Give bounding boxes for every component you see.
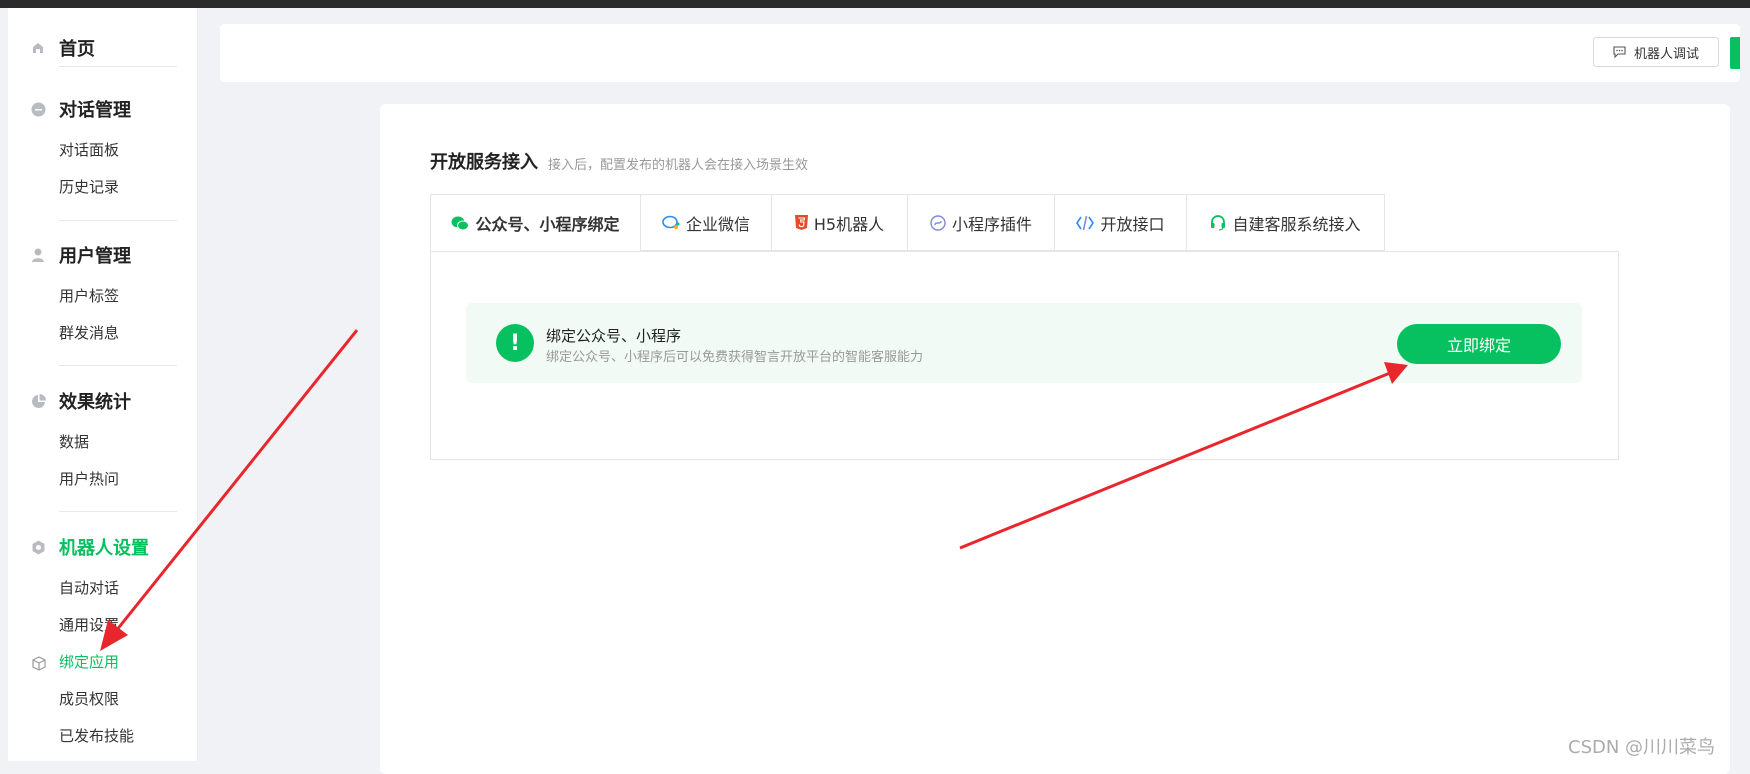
sidebar-item-member-permissions[interactable]: 成员权限 bbox=[59, 687, 119, 711]
sidebar-item-published-skills[interactable]: 已发布技能 bbox=[59, 724, 134, 748]
home-icon bbox=[30, 40, 46, 56]
robot-debug-button[interactable]: 机器人调试 bbox=[1593, 37, 1719, 67]
page-title: 开放服务接入 bbox=[430, 152, 538, 173]
code-icon bbox=[1076, 215, 1095, 231]
sidebar-item-hot-questions[interactable]: 用户热问 bbox=[59, 467, 119, 491]
tab-label: 企业微信 bbox=[685, 214, 750, 234]
sidebar-item-user-tags[interactable]: 用户标签 bbox=[59, 284, 119, 308]
user-icon bbox=[30, 247, 46, 263]
sidebar-group-label: 对话管理 bbox=[59, 100, 131, 121]
pie-chart-icon bbox=[30, 393, 46, 409]
sidebar-item-history[interactable]: 历史记录 bbox=[59, 175, 119, 199]
tab-label: 公众号、小程序绑定 bbox=[475, 215, 620, 234]
tab-custom-service[interactable]: 自建客服系统接入 bbox=[1187, 194, 1385, 251]
notice-description: 绑定公众号、小程序后可以免费获得智言开放平台的智能客服能力 bbox=[546, 350, 924, 365]
exclamation-icon: ! bbox=[496, 324, 534, 362]
chat-circle-icon bbox=[30, 101, 46, 117]
miniprogram-icon bbox=[930, 214, 946, 231]
sidebar-item-data[interactable]: 数据 bbox=[59, 430, 89, 454]
tab-miniprogram-plugin[interactable]: 小程序插件 bbox=[908, 194, 1055, 251]
sidebar-item-label: 首页 bbox=[59, 39, 95, 60]
sidebar-item-bind-app[interactable]: 绑定应用 bbox=[59, 650, 119, 674]
tab-wecom[interactable]: 企业微信 bbox=[641, 194, 772, 251]
bind-now-button[interactable]: 立即绑定 bbox=[1397, 324, 1561, 364]
header-bar bbox=[220, 24, 1740, 82]
sidebar-item-general-settings[interactable]: 通用设置 bbox=[59, 613, 119, 637]
publish-button-edge[interactable] bbox=[1730, 37, 1740, 69]
sidebar-group-stats[interactable]: 效果统计 bbox=[8, 386, 197, 416]
wechat-icon bbox=[451, 216, 470, 231]
sidebar-group-label: 机器人设置 bbox=[59, 538, 149, 559]
cube-icon bbox=[32, 656, 46, 675]
sidebar-group-robot-settings[interactable]: 机器人设置 bbox=[8, 532, 197, 562]
sidebar-item-broadcast[interactable]: 群发消息 bbox=[59, 321, 119, 345]
tab-bar: 公众号、小程序绑定 企业微信 H5机器人 小程序插件 开放接口 自建客服系统接入 bbox=[430, 194, 1385, 252]
chat-bubble-icon bbox=[1613, 46, 1626, 58]
tab-label: 自建客服系统接入 bbox=[1232, 214, 1361, 234]
gear-icon bbox=[30, 539, 46, 555]
html5-icon bbox=[794, 215, 808, 230]
robot-debug-label: 机器人调试 bbox=[1633, 46, 1699, 62]
divider bbox=[59, 66, 177, 67]
tab-h5[interactable]: H5机器人 bbox=[772, 194, 908, 251]
sidebar: 首页 对话管理 对话面板 历史记录 用户管理 用户标签 群发消息 效果统计 数据… bbox=[8, 8, 198, 761]
watermark: CSDN @川川菜鸟 bbox=[1568, 737, 1716, 758]
tab-label: 开放接口 bbox=[1100, 214, 1165, 234]
tab-label: 小程序插件 bbox=[951, 214, 1032, 234]
headset-icon bbox=[1210, 214, 1226, 231]
sidebar-item-dialog-panel[interactable]: 对话面板 bbox=[59, 138, 119, 162]
tab-wechat-bind[interactable]: 公众号、小程序绑定 bbox=[430, 194, 641, 252]
divider bbox=[59, 365, 177, 366]
sidebar-group-dialog[interactable]: 对话管理 bbox=[8, 94, 197, 124]
sidebar-group-label: 用户管理 bbox=[59, 246, 131, 267]
sidebar-item-home[interactable]: 首页 bbox=[8, 33, 197, 63]
sidebar-item-auto-dialog[interactable]: 自动对话 bbox=[59, 576, 119, 600]
tab-label: H5机器人 bbox=[813, 214, 885, 234]
tab-open-api[interactable]: 开放接口 bbox=[1055, 194, 1187, 251]
sidebar-group-users[interactable]: 用户管理 bbox=[8, 240, 197, 270]
sidebar-group-label: 效果统计 bbox=[59, 392, 131, 413]
page-subtitle: 接入后，配置发布的机器人会在接入场景生效 bbox=[548, 158, 809, 173]
notice-title: 绑定公众号、小程序 bbox=[546, 327, 682, 345]
divider bbox=[59, 220, 177, 221]
wecom-icon bbox=[662, 215, 680, 230]
window-top-bar bbox=[0, 0, 1750, 8]
divider bbox=[59, 511, 177, 512]
